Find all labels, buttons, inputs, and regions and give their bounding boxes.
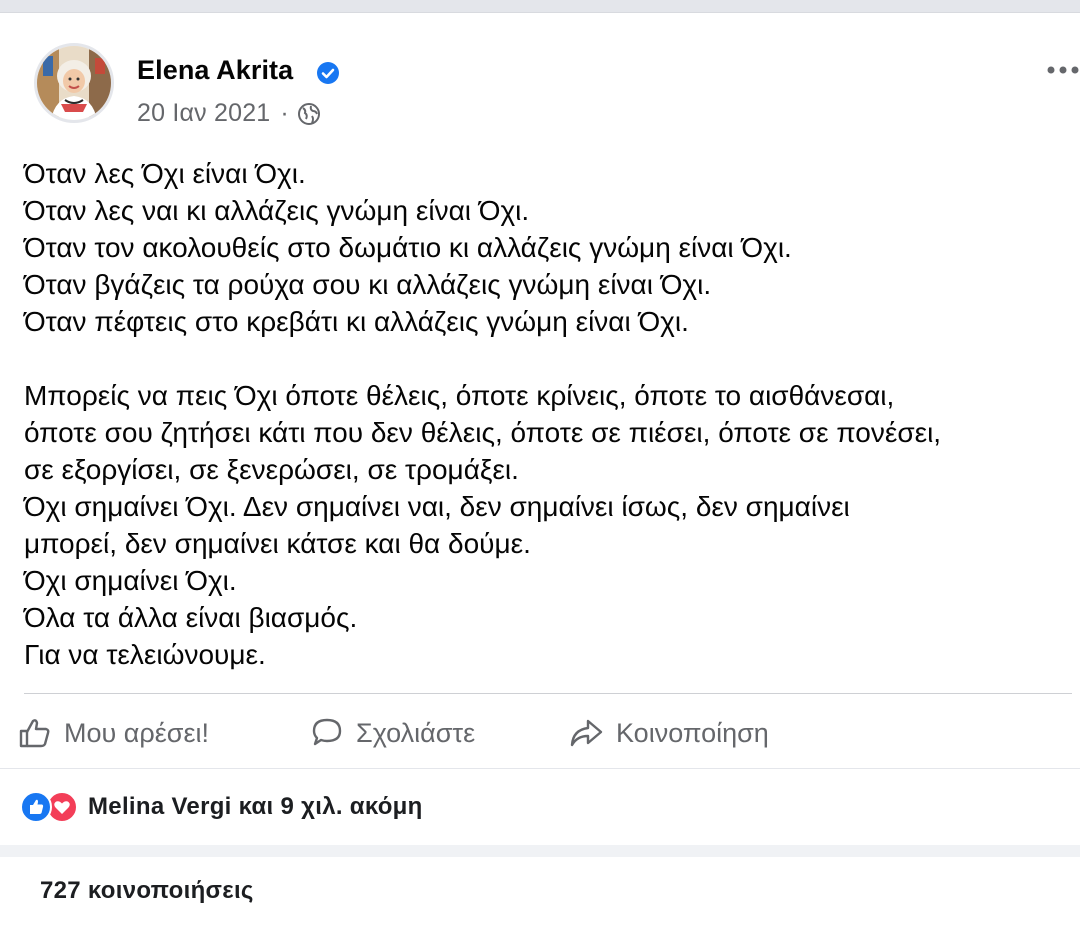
post-line: Όταν βγάζεις τα ρούχα σου κι αλλάζεις γν… (24, 269, 712, 300)
thumbs-up-icon (19, 719, 50, 748)
author-name[interactable]: Elena Akrita (137, 55, 293, 86)
post-text: Όταν λες Όχι είναι Όχι. Όταν λες ναι κι … (24, 155, 1074, 673)
avatar[interactable] (34, 43, 114, 123)
share-label: Κοινοποίηση (616, 717, 769, 748)
comment-button[interactable]: Σχολιάστε (310, 713, 475, 753)
post-card: Elena Akrita 20 Ιαν 2021 · Όταν λες Όχι … (0, 12, 1080, 931)
post-meta: 20 Ιαν 2021 · (137, 99, 321, 128)
shares-count[interactable]: 727 κοινοποιήσεις (40, 877, 254, 905)
post-line: Όταν πέφτεις στο κρεβάτι κι αλλάζεις γνώ… (24, 306, 689, 337)
post-line: Όταν λες ναι κι αλλάζεις γνώμη είναι Όχι… (24, 195, 530, 226)
post-line: Όταν τον ακολουθείς στο δωμάτιο κι αλλάζ… (24, 232, 792, 263)
post-line: Μπορείς να πεις Όχι όποτε θέλεις, όποτε … (24, 380, 895, 411)
post-line: Όχι σημαίνει Όχι. (24, 565, 237, 596)
like-label: Μου αρέσει! (64, 717, 209, 748)
comment-label: Σχολιάστε (356, 717, 476, 748)
post-line: σε εξοργίσει, σε ξενερώσει, σε τρομάξει. (24, 454, 519, 485)
post-line: Όχι σημαίνει Όχι. Δεν σημαίνει ναι, δεν … (24, 491, 850, 522)
divider (0, 768, 1080, 769)
divider (24, 693, 1072, 694)
section-separator (0, 845, 1080, 857)
post-line: Όλα τα άλλα είναι βιασμός. (24, 602, 358, 633)
avatar-image (37, 46, 111, 120)
verified-badge-icon (317, 62, 339, 84)
reactions-summary[interactable]: Melina Vergi και 9 χιλ. ακόμη (20, 791, 423, 823)
post-line: μπορεί, δεν σημαίνει κάτσε και θα δούμε. (24, 528, 531, 559)
post-line: όποτε σου ζητήσει κάτι που δεν θέλεις, ό… (24, 417, 942, 448)
post-date[interactable]: 20 Ιαν 2021 (137, 99, 270, 128)
like-reaction-icon (20, 791, 52, 823)
speech-bubble-icon (312, 718, 342, 746)
meta-separator: · (280, 99, 289, 127)
post-line: Όταν λες Όχι είναι Όχι. (24, 158, 306, 189)
globe-icon[interactable] (297, 102, 321, 126)
like-button[interactable]: Μου αρέσει! (18, 713, 209, 753)
reaction-icons (20, 791, 80, 823)
post-line: Για να τελειώνουμε. (24, 639, 266, 670)
share-button[interactable]: Κοινοποίηση (568, 713, 769, 753)
top-gray-strip (0, 0, 1080, 12)
reactions-text: Melina Vergi και 9 χιλ. ακόμη (88, 793, 423, 820)
more-options-icon[interactable] (1046, 63, 1080, 77)
share-arrow-icon (570, 719, 603, 747)
